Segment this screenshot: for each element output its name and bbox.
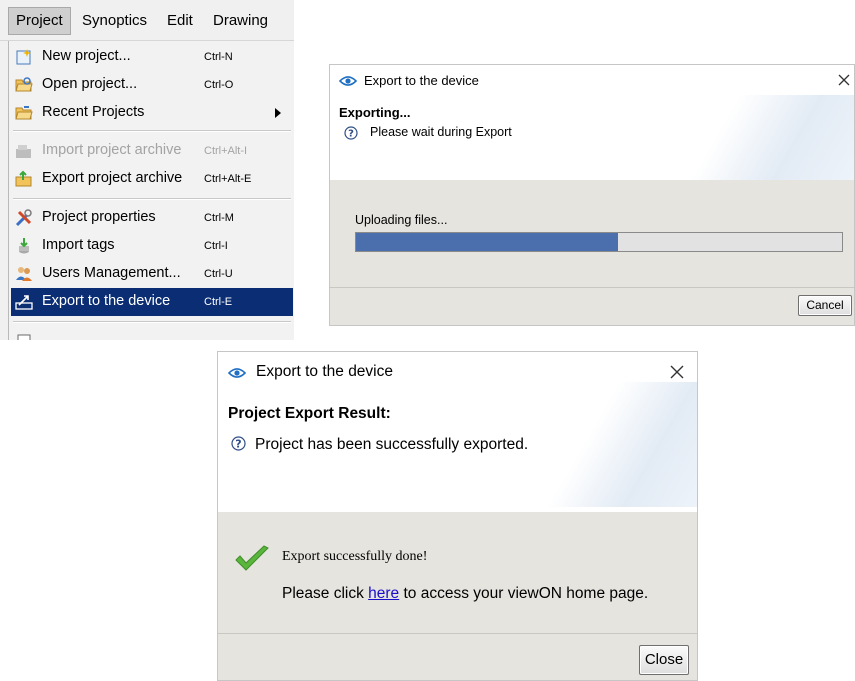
tools-icon [15, 209, 32, 227]
menu-item-recent-projects[interactable]: Recent Projects [11, 99, 293, 127]
success-check-icon [235, 545, 269, 571]
eye-icon [339, 76, 357, 86]
dialog-heading: Project Export Result: [228, 405, 391, 422]
menu-separator [13, 130, 291, 132]
project-dropdown-menu: New project... Ctrl-N Open project... Ct… [8, 41, 294, 340]
progress-bar-fill [356, 233, 619, 251]
dialog-header-watermark [630, 95, 854, 180]
close-button[interactable]: Close [639, 645, 689, 675]
menu-item-export-to-device[interactable]: Export to the device Ctrl-E [11, 288, 293, 316]
export-result-dialog: Export to the device Project Export Resu… [217, 351, 698, 681]
menu-item-label: Open project... [42, 76, 138, 92]
menu-item-shortcut: Ctrl-N [204, 51, 233, 63]
menu-item-label: New project... [42, 48, 131, 64]
export-device-icon [15, 295, 33, 310]
menubar-item-synoptics[interactable]: Synoptics [75, 8, 154, 34]
recent-folder-icon [15, 106, 33, 120]
dialog-button-row: Cancel [330, 287, 854, 325]
menu-item-new-project[interactable]: New project... Ctrl-N [11, 43, 293, 71]
menu-item-label: Export to the device [42, 293, 171, 309]
menu-item-shortcut: Ctrl-U [204, 268, 233, 280]
help-icon: ? [344, 126, 358, 140]
menu-separator [13, 321, 291, 323]
progress-area: Uploading files... [330, 180, 854, 288]
progress-bar [355, 232, 843, 252]
menu-item-label: Recent Projects [42, 104, 145, 120]
document-icon [17, 334, 31, 340]
submenu-arrow-icon [275, 108, 281, 118]
menu-item-export-project-archive[interactable]: Export project archive Ctrl+Alt-E [11, 165, 293, 193]
open-folder-icon [15, 77, 33, 92]
menubar-item-project[interactable]: Project [8, 7, 71, 35]
menu-item-label: Export project archive [42, 170, 183, 186]
menu-item-shortcut: Ctrl+Alt-I [204, 145, 248, 157]
home-page-line: Please click here to access your viewON … [282, 585, 648, 603]
dialog-title: Export to the device [364, 73, 479, 88]
menu-item-import-project-archive: Import project archive Ctrl+Alt-I [11, 137, 293, 165]
new-project-icon [16, 49, 31, 65]
project-menu-panel: Project Synoptics Edit Drawing New proje… [0, 0, 294, 340]
link-suffix: to access your viewON home page. [399, 585, 649, 602]
users-icon [16, 267, 32, 281]
menu-item-shortcut: Ctrl-M [204, 212, 234, 224]
dialog-message: Project has been successfully exported. [255, 436, 529, 453]
menu-item-import-tags[interactable]: Import tags Ctrl-I [11, 232, 293, 260]
menu-item-shortcut: Ctrl-E [204, 296, 233, 308]
dialog-header-watermark [518, 382, 697, 507]
export-archive-icon [15, 170, 32, 187]
progress-status: Uploading files... [355, 213, 448, 227]
menu-item-label: Import project archive [42, 142, 182, 158]
success-text: Export successfully done! [282, 549, 428, 564]
dialog-title: Export to the device [256, 363, 393, 380]
dialog-heading: Exporting... [339, 105, 411, 120]
menu-item-label: Project properties [42, 209, 156, 225]
dialog-button-row: Close [218, 633, 697, 680]
dialog-message: Please wait during Export [370, 125, 512, 139]
import-tags-icon [19, 238, 29, 254]
cancel-button[interactable]: Cancel [798, 295, 852, 316]
menu-item-shortcut: Ctrl-O [204, 79, 234, 91]
home-page-link[interactable]: here [368, 585, 399, 602]
menu-item-label: Users Management... [42, 265, 181, 281]
svg-text:?: ? [348, 129, 354, 140]
menu-item-project-properties[interactable]: Project properties Ctrl-M [11, 204, 293, 232]
svg-text:?: ? [235, 438, 241, 451]
link-prefix: Please click [282, 585, 369, 602]
export-progress-dialog: Export to the device Exporting... ? Plea… [329, 64, 855, 326]
close-icon[interactable] [670, 365, 684, 379]
menu-item-shortcut: Ctrl-I [204, 240, 228, 252]
import-archive-icon [16, 145, 31, 158]
close-icon[interactable] [838, 74, 850, 86]
menubar: Project Synoptics Edit Drawing [0, 0, 294, 41]
eye-icon [228, 368, 246, 378]
result-area: Export successfully done! Please click h… [218, 512, 697, 634]
menu-item-users-management[interactable]: Users Management... Ctrl-U [11, 260, 293, 288]
menu-separator [13, 198, 291, 200]
help-icon: ? [231, 436, 246, 451]
menubar-item-edit[interactable]: Edit [160, 8, 200, 34]
menu-item-open-project[interactable]: Open project... Ctrl-O [11, 71, 293, 99]
menu-item-label: Import tags [42, 237, 115, 253]
menu-item-shortcut: Ctrl+Alt-E [204, 173, 252, 185]
menubar-item-drawing[interactable]: Drawing [206, 8, 275, 34]
menu-item-partial[interactable] [11, 327, 293, 340]
